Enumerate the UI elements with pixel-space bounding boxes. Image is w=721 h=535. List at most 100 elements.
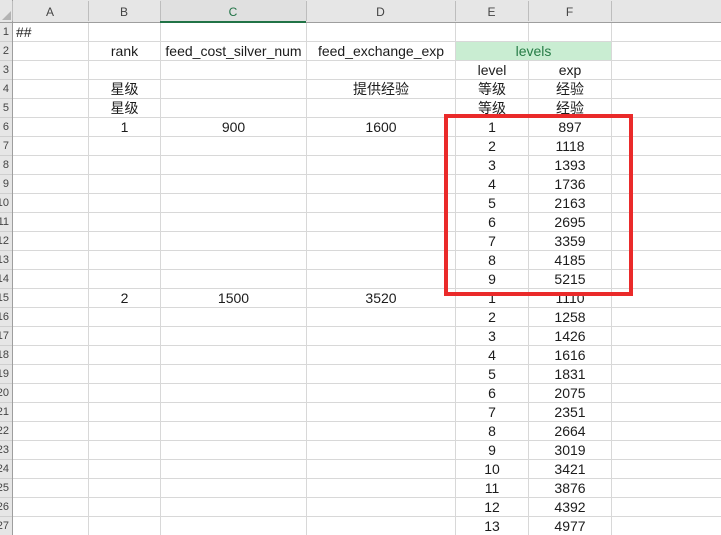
row-header-border [12,0,13,535]
column-header-separator [455,1,456,21]
row-header-20[interactable]: 20 [0,384,12,403]
select-all-button[interactable] [0,0,12,22]
cell-F4[interactable]: 经验 [529,80,611,98]
cell-C2[interactable]: feed_cost_silver_num [161,42,306,60]
cell-E27[interactable]: 13 [456,517,528,535]
gridline [13,383,721,384]
row-header-23[interactable]: 23 [0,441,12,460]
row-header-14[interactable]: 14 [0,270,12,289]
spreadsheet-view: 1234567891011121314151617181920212223242… [0,0,721,535]
cell-F3[interactable]: exp [529,61,611,79]
row-header-9[interactable]: 9 [0,175,12,194]
cell-E20[interactable]: 6 [456,384,528,402]
cell-E22[interactable]: 8 [456,422,528,440]
row-header-4[interactable]: 4 [0,80,12,99]
row-header-17[interactable]: 17 [0,327,12,346]
row-header-24[interactable]: 24 [0,460,12,479]
cell-F25[interactable]: 3876 [529,479,611,497]
row-header-6[interactable]: 6 [0,118,12,137]
row-header-15[interactable]: 15 [0,289,12,308]
row-header-26[interactable]: 26 [0,498,12,517]
column-header-separator [611,1,612,21]
row-header-8[interactable]: 8 [0,156,12,175]
cell-E17[interactable]: 3 [456,327,528,345]
row-header-5[interactable]: 5 [0,99,12,118]
cell-C6[interactable]: 900 [161,118,306,136]
cell-F23[interactable]: 3019 [529,441,611,459]
cell-E4[interactable]: 等级 [456,80,528,98]
gridline [13,421,721,422]
row-header-7[interactable]: 7 [0,137,12,156]
gridline [13,478,721,479]
row-header-13[interactable]: 13 [0,251,12,270]
cell-E21[interactable]: 7 [456,403,528,421]
cell-E25[interactable]: 11 [456,479,528,497]
cell-E24[interactable]: 10 [456,460,528,478]
gridline [13,345,721,346]
gridline [13,364,721,365]
cell-D6[interactable]: 1600 [307,118,455,136]
column-header-separator [160,1,161,21]
cell-B6[interactable]: 1 [89,118,160,136]
cell-E2-F2-merged[interactable]: levels [456,42,611,60]
gridline [13,459,721,460]
row-header-3[interactable]: 3 [0,61,12,80]
column-header-F[interactable]: F [528,0,611,23]
row-header-1[interactable]: 1 [0,23,12,42]
gridline [13,326,721,327]
column-header-separator [12,1,13,21]
cell-B15[interactable]: 2 [89,289,160,307]
cell-D4[interactable]: 提供经验 [307,80,455,98]
red-annotation-box [444,114,633,296]
cell-F27[interactable]: 4977 [529,517,611,535]
cell-D2[interactable]: feed_exchange_exp [307,42,455,60]
cell-B2[interactable]: rank [89,42,160,60]
row-header-19[interactable]: 19 [0,365,12,384]
column-header-D[interactable]: D [306,0,455,23]
column-header-C[interactable]: C [160,0,306,23]
cell-F21[interactable]: 2351 [529,403,611,421]
gridline [13,497,721,498]
cell-F16[interactable]: 1258 [529,308,611,326]
gridline [13,440,721,441]
cell-E19[interactable]: 5 [456,365,528,383]
row-header-25[interactable]: 25 [0,479,12,498]
row-header-18[interactable]: 18 [0,346,12,365]
column-header-separator [88,1,89,21]
cell-C15[interactable]: 1500 [161,289,306,307]
select-all-triangle-icon [2,11,11,20]
row-header-21[interactable]: 21 [0,403,12,422]
gridline [13,402,721,403]
column-header-separator [528,1,529,21]
cell-F26[interactable]: 4392 [529,498,611,516]
column-header-A[interactable]: A [12,0,88,23]
row-header-16[interactable]: 16 [0,308,12,327]
row-header-27[interactable]: 27 [0,517,12,535]
row-header-11[interactable]: 11 [0,213,12,232]
cell-F20[interactable]: 2075 [529,384,611,402]
cell-E3[interactable]: level [456,61,528,79]
column-header-E[interactable]: E [455,0,528,23]
row-header-2[interactable]: 2 [0,42,12,61]
cell-A1[interactable]: ## [13,23,88,41]
column-header-B[interactable]: B [88,0,160,23]
cell-E23[interactable]: 9 [456,441,528,459]
gridline [13,60,721,61]
column-header-separator [306,1,307,21]
cell-F24[interactable]: 3421 [529,460,611,478]
cell-F19[interactable]: 1831 [529,365,611,383]
cell-B4[interactable]: 星级 [89,80,160,98]
cell-E16[interactable]: 2 [456,308,528,326]
cell-B5[interactable]: 星级 [89,99,160,117]
row-header-12[interactable]: 12 [0,232,12,251]
cell-F18[interactable]: 1616 [529,346,611,364]
row-header-22[interactable]: 22 [0,422,12,441]
cell-D15[interactable]: 3520 [307,289,455,307]
cell-F22[interactable]: 2664 [529,422,611,440]
cell-E26[interactable]: 12 [456,498,528,516]
column-header-blank[interactable] [611,0,721,23]
cell-E18[interactable]: 4 [456,346,528,364]
cell-F17[interactable]: 1426 [529,327,611,345]
gridline [13,516,721,517]
row-header-10[interactable]: 10 [0,194,12,213]
